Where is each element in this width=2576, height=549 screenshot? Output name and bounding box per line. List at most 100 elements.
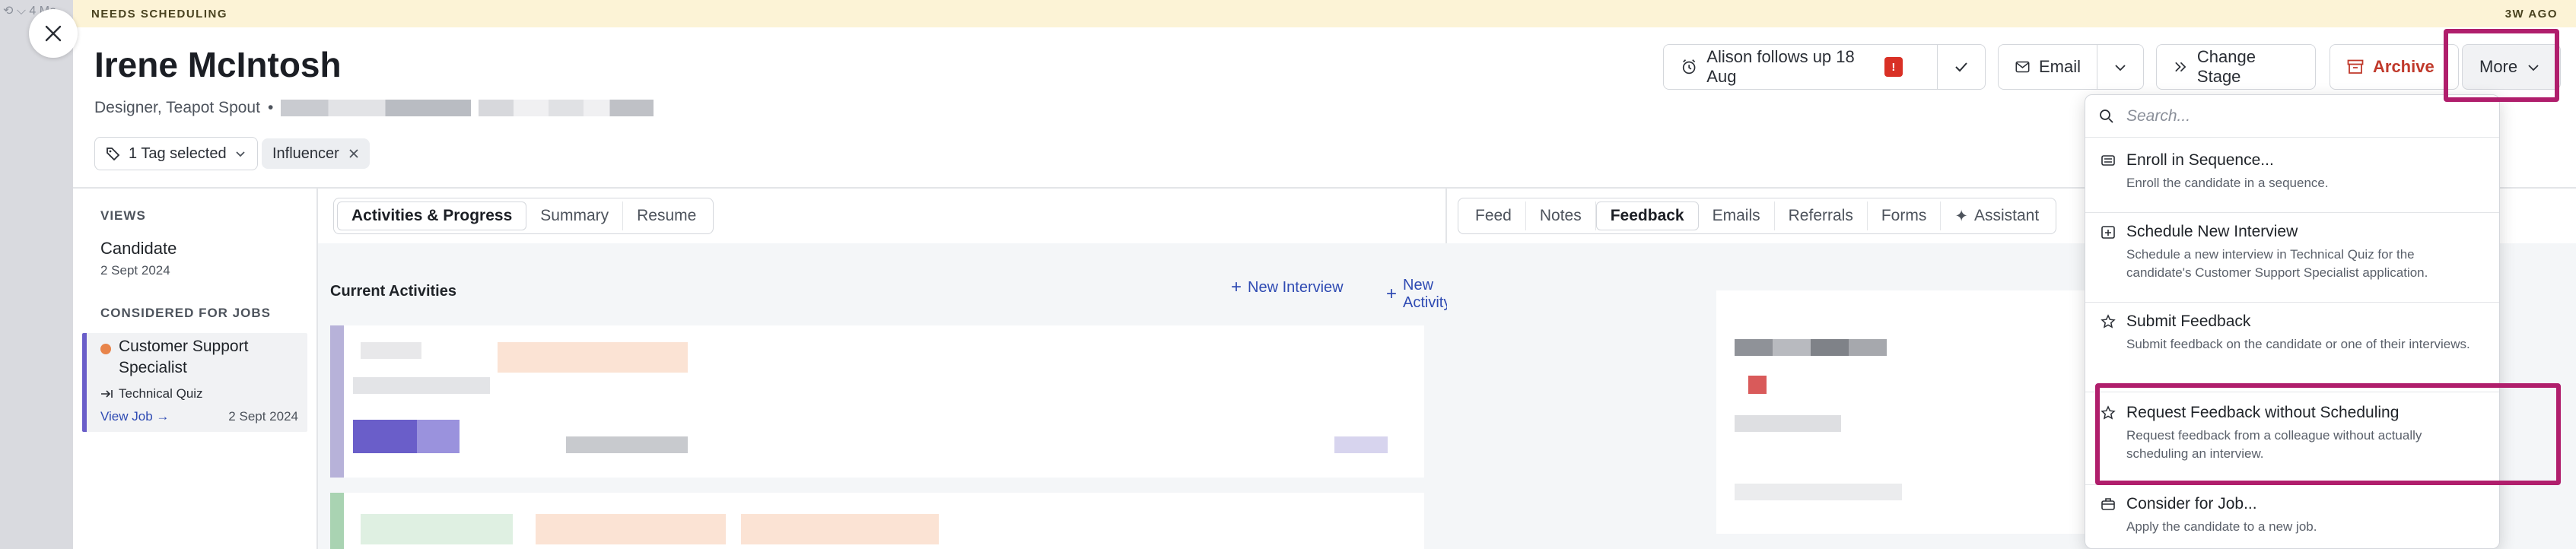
followup-text: Alison follows up 18 Aug xyxy=(1706,47,1875,87)
close-icon xyxy=(45,25,62,42)
job-title-line-2: Specialist xyxy=(119,359,187,376)
email-button[interactable]: Email xyxy=(1998,44,2098,90)
menu-item-schedule-interview[interactable]: Schedule New Interview Schedule a new in… xyxy=(2085,223,2499,282)
email-options-button[interactable] xyxy=(2097,44,2144,90)
tag-chip[interactable]: Influencer xyxy=(262,138,370,169)
tab-feedback[interactable]: Feedback xyxy=(1595,202,1699,230)
tab-forms[interactable]: Forms xyxy=(1868,202,1942,230)
menu-divider xyxy=(2085,302,2499,303)
feedback-tabbar: Feed Notes Feedback Emails Referrals For… xyxy=(1458,198,2057,234)
menu-item-label: Submit Feedback xyxy=(2126,313,2251,330)
more-label: More xyxy=(2479,57,2518,76)
tab-referrals[interactable]: Referrals xyxy=(1775,202,1868,230)
menu-item-desc: Submit feedback on the candidate or one … xyxy=(2126,337,2470,351)
envelope-icon xyxy=(2015,61,2030,73)
archive-icon xyxy=(2347,59,2364,74)
activity-card[interactable] xyxy=(330,325,1424,478)
redacted-activity xyxy=(353,420,460,453)
views-heading: VIEWS xyxy=(100,208,146,223)
more-button[interactable]: More xyxy=(2462,44,2561,90)
candidate-subtitle: Designer, Teapot Spout • xyxy=(94,99,654,117)
feedback-card[interactable] xyxy=(1716,290,2142,534)
backdrop xyxy=(0,0,73,549)
calendar-plus-icon xyxy=(2101,226,2115,239)
chevron-down-icon xyxy=(235,151,245,157)
chevron-down-icon xyxy=(2528,65,2539,71)
activity-card[interactable] xyxy=(330,493,1424,549)
more-actions-menu: Search... Enroll in Sequence... Enroll t… xyxy=(2085,94,2500,549)
redacted-activity xyxy=(566,436,688,453)
redacted-feedback xyxy=(1735,484,1902,500)
status-label: NEEDS SCHEDULING xyxy=(91,7,228,21)
archive-label: Archive xyxy=(2373,57,2434,76)
briefcase-icon xyxy=(2101,498,2115,510)
view-job-link[interactable]: View Job → xyxy=(100,409,169,424)
archive-button[interactable]: Archive xyxy=(2330,44,2459,90)
redacted-feedback xyxy=(1735,415,1841,432)
tab-feed[interactable]: Feed xyxy=(1461,202,1526,230)
menu-item-desc: Enroll the candidate in a sequence. xyxy=(2126,176,2329,190)
redacted-activity xyxy=(536,514,726,544)
tab-assistant[interactable]: ✦ Assistant xyxy=(1941,202,2053,230)
tag-selector[interactable]: 1 Tag selected xyxy=(94,137,258,170)
new-interview-button[interactable]: + New Interview xyxy=(1231,277,1344,298)
alarm-clock-icon xyxy=(1682,59,1696,75)
menu-item-enroll-sequence[interactable]: Enroll in Sequence... Enroll the candida… xyxy=(2085,151,2499,192)
new-activity-label: New Activity xyxy=(1403,277,1452,311)
view-date: 2 Sept 2024 xyxy=(100,263,170,278)
followup-owner: Alison xyxy=(1706,47,1753,66)
redacted-feedback xyxy=(1748,376,1767,394)
activities-pane: Activities & Progress Summary Resume Cur… xyxy=(318,189,1451,549)
assistant-label: Assistant xyxy=(1973,207,2040,224)
menu-divider xyxy=(2085,212,2499,213)
new-activity-button[interactable]: + New Activity xyxy=(1386,277,1451,312)
tag-icon xyxy=(107,148,120,161)
menu-item-request-feedback[interactable]: Request Feedback without Scheduling Requ… xyxy=(2085,404,2499,463)
checkmark-icon xyxy=(1955,62,1967,72)
menu-item-desc: Request feedback from a colleague withou… xyxy=(2126,428,2422,461)
candidate-name: Irene McIntosh xyxy=(94,45,342,84)
activity-stripe xyxy=(330,325,344,478)
job-card[interactable]: Customer Support Specialist Technical Qu… xyxy=(82,333,307,432)
job-stage: Technical Quiz xyxy=(100,386,203,401)
menu-divider xyxy=(2085,484,2499,485)
stage-arrow-icon xyxy=(101,390,113,398)
tag-chip-label: Influencer xyxy=(272,144,339,162)
menu-item-desc: Schedule a new interview in Technical Qu… xyxy=(2126,247,2428,280)
change-stage-button[interactable]: Change Stage xyxy=(2156,44,2316,90)
close-button[interactable] xyxy=(29,9,78,58)
redacted-activity xyxy=(1334,436,1388,453)
menu-search[interactable]: Search... xyxy=(2085,95,2499,138)
double-chevron-right-icon xyxy=(2175,62,2186,72)
tag-selector-label: 1 Tag selected xyxy=(129,144,227,162)
remove-tag-icon[interactable] xyxy=(348,148,359,159)
redacted-activity xyxy=(353,377,490,394)
job-date: 2 Sept 2024 xyxy=(228,409,298,424)
menu-item-submit-feedback[interactable]: Submit Feedback Submit feedback on the c… xyxy=(2085,313,2499,354)
candidate-role: Designer, Teapot Spout xyxy=(94,99,260,116)
sidebar: VIEWS Candidate 2 Sept 2024 CONSIDERED F… xyxy=(73,189,318,549)
menu-item-label: Consider for Job... xyxy=(2126,495,2257,513)
redacted-feedback xyxy=(1735,339,1887,356)
view-candidate[interactable]: Candidate xyxy=(100,239,177,259)
followup-reminder[interactable]: Alison follows up 18 Aug ! xyxy=(1663,44,1952,90)
job-status-dot xyxy=(100,344,111,354)
menu-item-desc: Apply the candidate to a new job. xyxy=(2126,519,2317,534)
tab-resume[interactable]: Resume xyxy=(623,202,710,230)
tab-emails[interactable]: Emails xyxy=(1699,202,1775,230)
tab-notes[interactable]: Notes xyxy=(1526,202,1596,230)
overdue-badge: ! xyxy=(1884,57,1903,77)
search-icon xyxy=(2100,109,2113,123)
redacted-contact xyxy=(479,100,654,116)
menu-item-consider-for-job[interactable]: Consider for Job... Apply the candidate … xyxy=(2085,495,2499,536)
redacted-contact xyxy=(281,100,472,116)
menu-item-label: Schedule New Interview xyxy=(2126,223,2298,240)
tab-summary[interactable]: Summary xyxy=(526,202,624,230)
current-activities-heading: Current Activities xyxy=(330,283,456,300)
status-banner: NEEDS SCHEDULING 3W AGO xyxy=(73,0,2576,27)
complete-followup-button[interactable] xyxy=(1937,44,1986,90)
stack-icon xyxy=(2101,155,2115,166)
menu-item-label: Enroll in Sequence... xyxy=(2126,151,2274,169)
plus-icon: + xyxy=(1231,277,1242,297)
tab-activities-progress[interactable]: Activities & Progress xyxy=(337,202,527,230)
